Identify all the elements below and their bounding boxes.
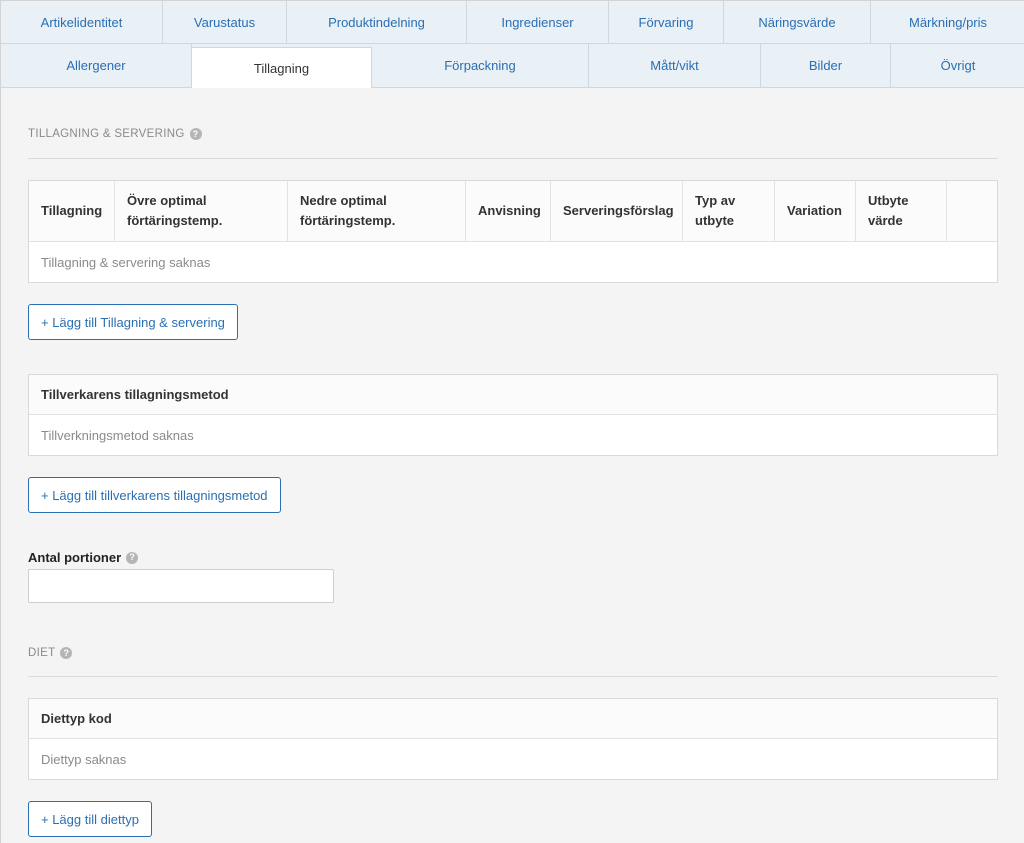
column-header: Anvisning (466, 181, 551, 241)
tab-forpackning[interactable]: Förpackning (372, 44, 589, 87)
tab-content: TILLAGNING & SERVERING ? Tillagning Övre… (1, 88, 1024, 843)
help-icon[interactable]: ? (126, 551, 139, 564)
diet-table: Diettyp kod Diettyp saknas (28, 698, 998, 780)
tab-produktindelning[interactable]: Produktindelning (287, 1, 467, 43)
tab-markning-pris[interactable]: Märkning/pris (871, 1, 1024, 43)
tab-bilder[interactable]: Bilder (761, 44, 891, 87)
section-divider (28, 158, 998, 159)
column-header: Utbyte värde (856, 181, 947, 241)
tab-matt-vikt[interactable]: Mått/vikt (589, 44, 761, 87)
column-header: Nedre optimal förtäringstemp. (288, 181, 466, 241)
column-header: Variation (775, 181, 856, 241)
tab-ingredienser[interactable]: Ingredienser (467, 1, 609, 43)
empty-state-row: Tillagning & servering saknas (41, 254, 211, 270)
add-tillagning-button[interactable]: + Lägg till Tillagning & servering (28, 304, 238, 340)
tab-bar-row-2: Allergener Tillagning Förpackning Mått/v… (1, 44, 1024, 88)
empty-state-row: Tillverkningsmetod saknas (41, 427, 194, 443)
tab-varustatus[interactable]: Varustatus (163, 1, 287, 43)
section-title-diet: DIET ? (28, 647, 73, 659)
column-header: Diettyp kod (41, 710, 112, 726)
tab-tillagning[interactable]: Tillagning (192, 47, 372, 88)
section-title-tillagning: TILLAGNING & SERVERING ? (28, 128, 202, 140)
tillagning-table: Tillagning Övre optimal förtäringstemp. N… (28, 180, 998, 283)
page-frame: Artikelidentitet Varustatus Produktindel… (0, 0, 1024, 843)
help-icon[interactable]: ? (60, 647, 73, 659)
tab-bar-row-1: Artikelidentitet Varustatus Produktindel… (1, 0, 1024, 44)
tab-naringsvarde[interactable]: Näringsvärde (724, 1, 871, 43)
tab-forvaring[interactable]: Förvaring (609, 1, 724, 43)
add-tillverkare-button[interactable]: + Lägg till tillverkarens tillagningsmet… (28, 477, 281, 513)
antal-portioner-label: Antal portioner ? (28, 550, 139, 565)
section-title-text: TILLAGNING & SERVERING (28, 128, 185, 140)
table-header: Tillverkarens tillagningsmetod (29, 375, 997, 415)
tab-artikelidentitet[interactable]: Artikelidentitet (1, 1, 163, 43)
tab-ovrigt[interactable]: Övrigt (891, 44, 1024, 87)
column-header: Tillagning (29, 181, 115, 241)
column-header-actions (947, 181, 997, 241)
column-header: Tillverkarens tillagningsmetod (41, 386, 229, 402)
column-header: Serveringsförslag (551, 181, 683, 241)
antal-portioner-input[interactable] (28, 569, 334, 603)
help-icon[interactable]: ? (189, 128, 202, 140)
tab-allergener[interactable]: Allergener (1, 44, 192, 87)
column-header: Typ av utbyte (683, 181, 775, 241)
add-diettyp-button[interactable]: + Lägg till diettyp (28, 801, 152, 837)
empty-state-row: Diettyp saknas (41, 751, 127, 767)
section-title-text: DIET (28, 647, 56, 659)
column-header: Övre optimal förtäringstemp. (115, 181, 288, 241)
tillverkare-table: Tillverkarens tillagningsmetod Tillverkn… (28, 374, 998, 456)
section-divider (28, 676, 998, 677)
table-header: Diettyp kod (29, 699, 997, 739)
table-header: Tillagning Övre optimal förtäringstemp. N… (29, 181, 997, 242)
